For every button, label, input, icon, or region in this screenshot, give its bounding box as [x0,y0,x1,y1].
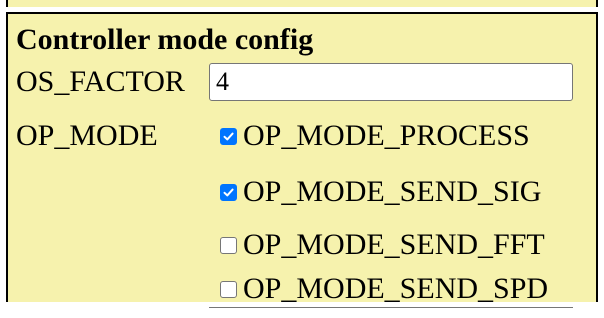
op-mode-send-sig-checkbox[interactable] [220,183,237,201]
checkmark-icon [223,132,234,140]
op-mode-option-process[interactable]: OP_MODE_PROCESS [220,118,530,154]
op-mode-option-send-sig[interactable]: OP_MODE_SEND_SIG [220,174,541,210]
checkmark-icon [223,188,234,196]
page: Controller mode config OS_FACTOR OP_MODE… [0,0,604,318]
controller-mode-config-panel: Controller mode config OS_FACTOR OP_MODE… [6,12,598,318]
os-factor-label: OS_FACTOR [16,65,185,98]
op-mode-process-label[interactable]: OP_MODE_PROCESS [243,118,530,154]
op-mode-send-spd-checkbox[interactable] [220,280,237,298]
op-mode-process-checkbox[interactable] [220,127,237,145]
op-mode-send-fft-label[interactable]: OP_MODE_SEND_FFT [243,227,545,263]
panel-title: Controller mode config [16,23,314,56]
op-mode-send-fft-checkbox[interactable] [220,236,237,254]
previous-panel-edge [6,0,598,7]
op-mode-send-sig-label[interactable]: OP_MODE_SEND_SIG [243,174,541,210]
op-mode-option-send-fft[interactable]: OP_MODE_SEND_FFT [220,227,545,263]
op-mode-label: OP_MODE [16,119,158,152]
next-input-edge[interactable] [209,307,573,318]
os-factor-input[interactable] [209,63,573,101]
